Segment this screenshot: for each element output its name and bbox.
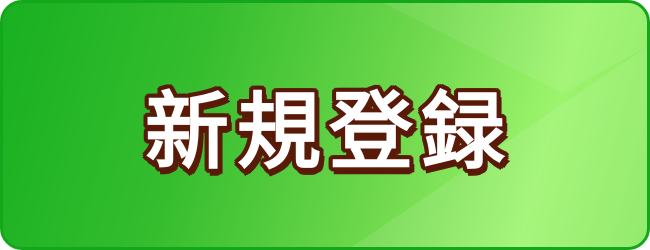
register-button[interactable]: 新規登録: [0, 0, 650, 250]
register-button-label: 新規登録: [144, 82, 513, 181]
